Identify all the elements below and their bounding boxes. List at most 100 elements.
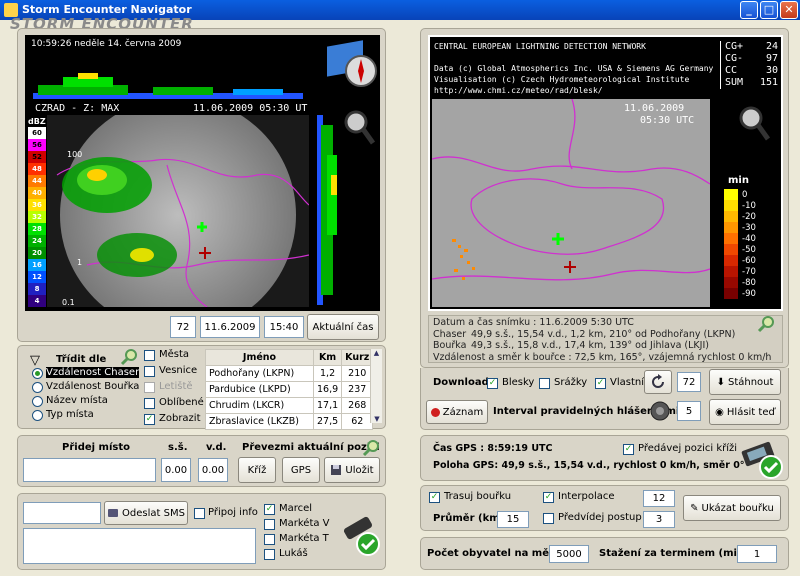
maximize-button[interactable]: □ <box>760 1 778 19</box>
population-panel: Počet obyvatel na město 5000 Stažení za … <box>420 537 789 570</box>
table-row[interactable]: Chrudim (LKCR) 17,1 268 <box>205 397 374 414</box>
knob-icon[interactable] <box>649 400 671 422</box>
recipient-checkbox-3[interactable] <box>264 549 275 560</box>
gps-device-ok-icon <box>741 441 783 479</box>
download-checkbox-1[interactable] <box>539 378 550 389</box>
population-field[interactable]: 5000 <box>549 545 589 563</box>
attach-info-checkbox[interactable] <box>194 508 205 519</box>
filter-checkbox-0[interactable] <box>144 350 155 361</box>
average-field[interactable]: 15 <box>497 511 529 528</box>
save-place-button[interactable]: Uložit <box>324 457 380 483</box>
stat-label: CC <box>725 65 738 76</box>
filter-checkbox-3[interactable] <box>144 398 155 409</box>
search-icon[interactable] <box>757 315 775 333</box>
legend-swatch <box>724 200 738 211</box>
filter-checkbox-1[interactable] <box>144 366 155 377</box>
download-delay-field[interactable]: 1 <box>737 545 777 563</box>
svg-text:100: 100 <box>67 150 82 159</box>
stat-value: 30 <box>765 65 778 76</box>
recipient-checkbox-0[interactable]: ✓ <box>264 504 275 515</box>
sort-radio-0[interactable] <box>32 368 43 379</box>
refresh-button[interactable] <box>644 370 672 394</box>
interpolation-checkbox[interactable]: ✓ <box>543 492 554 503</box>
send-sms-button[interactable]: Odeslat SMS <box>104 501 188 525</box>
header-line: Visualisation (c) Czech Hydrometeorologi… <box>434 75 690 84</box>
legend-swatch <box>724 244 738 255</box>
header-name[interactable]: Jméno <box>205 349 314 366</box>
report-interval-field[interactable]: 5 <box>677 401 701 421</box>
minimize-button[interactable]: _ <box>740 1 758 19</box>
sort-radio-2[interactable] <box>32 396 43 407</box>
add-place-panel: Přidej místo s.š. v.d. Převezmi aktuální… <box>17 435 386 487</box>
show-storm-button[interactable]: ✎ Ukázat bouřku <box>683 495 781 521</box>
lightning-map[interactable] <box>432 99 710 307</box>
scale-step: 40 <box>28 187 46 199</box>
interpolation-field[interactable]: 12 <box>643 490 675 507</box>
zoom-icon[interactable] <box>343 109 375 145</box>
header-km[interactable]: Km <box>312 349 343 366</box>
sms-icon <box>108 509 119 517</box>
sms-text-input[interactable] <box>23 528 256 564</box>
predict-field[interactable]: 3 <box>643 511 675 528</box>
track-storm-checkbox[interactable]: ✓ <box>429 492 440 503</box>
recipient-checkbox-1[interactable] <box>264 519 275 530</box>
sort-radio-3[interactable] <box>32 410 43 421</box>
lon-input[interactable]: 0.00 <box>198 458 228 482</box>
lightning-image[interactable]: CENTRAL EUROPEAN LIGHTNING DETECTION NET… <box>428 35 783 311</box>
place-name-input[interactable] <box>23 458 156 482</box>
sms-recipient-input[interactable] <box>23 502 101 524</box>
close-button[interactable]: ✕ <box>780 1 798 19</box>
filter-checkbox-4[interactable]: ✓ <box>144 414 155 425</box>
places-table[interactable]: Jméno Km Kurz Podhořany (LKPN) 1,2 210 Pard… <box>205 349 374 430</box>
table-cell: 1,2 <box>312 365 343 382</box>
storm-label: Bouřka <box>433 340 467 351</box>
header-course[interactable]: Kurz <box>341 349 374 366</box>
report-now-button[interactable]: ◉ Hlásit teď <box>709 399 781 425</box>
legend-swatch <box>724 288 738 299</box>
frame-count-field[interactable]: 72 <box>170 316 196 338</box>
legend-item: -10 <box>724 200 756 211</box>
lat-input[interactable]: 0.00 <box>161 458 191 482</box>
places-scrollbar[interactable]: ▲ ▼ <box>370 349 382 423</box>
scroll-down-icon[interactable]: ▼ <box>371 415 383 423</box>
radar-header-right: 11.06.2009 05:30 UT <box>193 103 308 114</box>
download-count-field[interactable]: 72 <box>677 372 701 392</box>
radar-time-field[interactable]: 15:40 <box>264 316 304 338</box>
legend-swatch <box>724 233 738 244</box>
stat-row: CC 30 <box>725 65 778 77</box>
gps-button[interactable]: GPS <box>282 457 320 483</box>
stat-label: SUM <box>725 77 744 88</box>
download-checkbox-2[interactable]: ✓ <box>595 378 606 389</box>
recipient-checkbox-2[interactable] <box>264 534 275 545</box>
storm-icon: ✎ <box>690 502 699 514</box>
table-row[interactable]: Pardubice (LKPD) 16,9 237 <box>205 381 374 398</box>
radar-image[interactable]: 10:59:26 neděle 14. června 2009 CZRAD - … <box>25 35 380 311</box>
interpolation-label: Interpolace <box>558 491 615 502</box>
search-icon[interactable] <box>362 439 380 457</box>
sort-radio-1[interactable] <box>32 382 43 393</box>
radar-header-left: CZRAD - Z: MAX <box>35 103 120 114</box>
report-icon: ◉ <box>715 406 724 418</box>
zoom-icon[interactable] <box>738 105 772 143</box>
table-row[interactable]: Podhořany (LKPN) 1,2 210 <box>205 365 374 382</box>
radar-panel: 10:59:26 neděle 14. června 2009 CZRAD - … <box>17 28 386 365</box>
download-button[interactable]: ⬇ Stáhnout <box>709 369 781 395</box>
radar-map[interactable]: 100 1 0.1 <box>47 115 309 307</box>
current-time-button[interactable]: Aktuální čas <box>307 314 379 340</box>
map-compass-icon[interactable] <box>325 39 379 91</box>
radar-date-field[interactable]: 11.6.2009 <box>200 316 260 338</box>
table-row[interactable]: Zbraslavice (LKZB) 27,5 62 <box>205 413 374 430</box>
pass-cross-checkbox[interactable]: ✓ <box>623 444 634 455</box>
predict-checkbox[interactable] <box>543 513 554 524</box>
filter-checkbox-2[interactable] <box>144 382 155 393</box>
record-button[interactable]: Záznam <box>426 400 488 424</box>
download-checkbox-0[interactable]: ✓ <box>487 378 498 389</box>
cross-button[interactable]: Kříž <box>238 457 276 483</box>
search-icon[interactable] <box>120 348 138 366</box>
snapshot-time: Datum a čas snímku : 11.6.2009 5:30 UTC <box>433 317 634 328</box>
stat-label: CG+ <box>725 41 744 52</box>
stat-value: 151 <box>759 77 778 88</box>
pass-cross-label: Předávej pozici kříži <box>638 443 738 454</box>
stat-row: CG+ 24 <box>725 41 778 53</box>
scroll-up-icon[interactable]: ▲ <box>371 349 382 357</box>
